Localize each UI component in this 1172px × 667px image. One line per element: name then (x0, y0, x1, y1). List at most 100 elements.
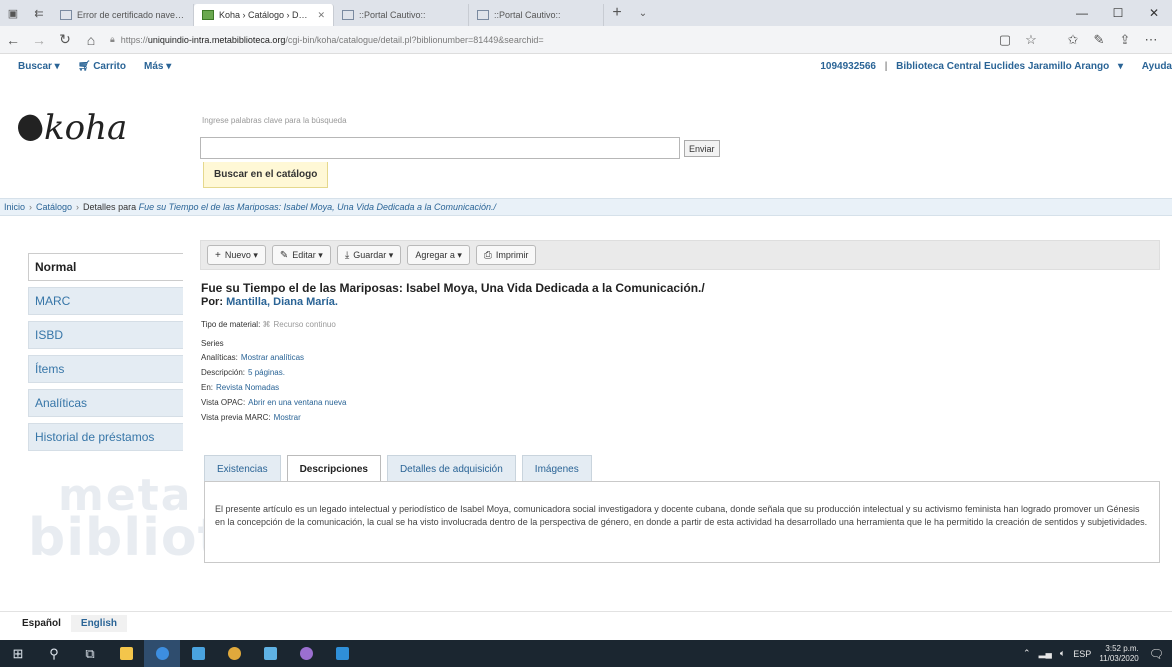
help-link[interactable]: Ayuda (1142, 61, 1172, 72)
search-icon[interactable]: ⚲ (36, 640, 72, 667)
menu-items[interactable]: Ítems (28, 355, 183, 383)
favorite-star-icon[interactable]: ☆ (1018, 29, 1044, 51)
url-path: /cgi-bin/koha/catalogue/detail.pl?biblio… (285, 34, 544, 45)
tab-descriptions[interactable]: Descripciones (286, 455, 381, 482)
clock-date: 11/03/2020 (1099, 653, 1139, 663)
tab-back-icon[interactable]: ⇇ (26, 0, 52, 26)
nav-search-menu[interactable]: Buscar ▾ (18, 61, 60, 72)
store-icon[interactable] (108, 640, 144, 667)
mail-icon[interactable] (180, 640, 216, 667)
windows-start-icon[interactable]: ⊞ (0, 640, 36, 667)
menu-marc[interactable]: MARC (28, 287, 183, 315)
continuing-resource-icon: ⌘ (262, 320, 271, 329)
descriptions-panel: El presente artículo es un legado intele… (204, 481, 1160, 563)
browser-menu-icon[interactable]: ▣ (0, 0, 26, 26)
library-name[interactable]: Biblioteca Central Euclides Jaramillo Ar… (896, 61, 1109, 72)
volume-icon[interactable]: 🔈︎ (1060, 648, 1065, 659)
field-analytics: Analíticas: Mostrar analíticas (201, 353, 304, 362)
chevron-down-icon[interactable]: ⌄ (630, 0, 656, 26)
chrome-icon[interactable] (216, 640, 252, 667)
search-submit-button[interactable]: Enviar (684, 140, 720, 157)
page-icon (342, 10, 354, 20)
field-host-item: En: Revista Nomadas (201, 383, 279, 392)
forward-icon[interactable]: → (26, 27, 52, 53)
nav-cart[interactable]: 🛒︎ Carrito (78, 61, 126, 72)
reading-view-icon[interactable]: ▢ (992, 29, 1018, 51)
app-icon[interactable] (324, 640, 360, 667)
field-label: Series (201, 339, 224, 348)
search-input[interactable] (200, 137, 680, 159)
input-language[interactable]: ESP (1073, 649, 1091, 659)
clock-time: 3:52 p.m. (1105, 643, 1139, 653)
host-item-link[interactable]: Revista Nomadas (216, 383, 279, 392)
favorites-icon[interactable]: ✩ (1060, 29, 1086, 51)
url-field[interactable]: 🔒︎ https://uniquindio-intra.metabibliote… (110, 30, 870, 50)
koha-favicon-icon (202, 10, 214, 20)
record-title: Fue su Tiempo el de las Mariposas: Isabe… (201, 281, 705, 295)
breadcrumb: Inicio › Catálogo › Detalles para Fue su… (0, 198, 1172, 216)
app-icon[interactable] (252, 640, 288, 667)
task-view-icon[interactable]: ⧉ (72, 640, 108, 667)
field-label: Descripción: (201, 368, 246, 377)
browser-tab-strip: ▣ ⇇ Error de certificado navega Koha › C… (0, 0, 1172, 26)
logo-text: koha (44, 108, 128, 148)
menu-normal[interactable]: Normal (28, 253, 183, 281)
download-icon: ⤓ (344, 249, 350, 261)
tab-images[interactable]: Imágenes (521, 455, 592, 482)
lang-english[interactable]: English (70, 615, 128, 632)
library-dropdown-icon[interactable]: ▾ (1118, 61, 1123, 72)
author-link[interactable]: Mantilla, Diana María. (226, 296, 338, 308)
cart-icon: 🛒︎ (77, 60, 91, 72)
user-id[interactable]: 1094932566 (820, 61, 876, 72)
menu-checkout-history[interactable]: Historial de préstamos (28, 423, 183, 451)
minimize-icon[interactable]: — (1064, 0, 1100, 26)
koha-logo[interactable]: koha (13, 108, 128, 148)
nav-more-menu[interactable]: Más ▾ (144, 61, 171, 72)
menu-isbd[interactable]: ISBD (28, 321, 183, 349)
close-window-icon[interactable]: ✕ (1136, 0, 1172, 26)
back-icon[interactable]: ← (0, 27, 26, 53)
app-icon[interactable] (288, 640, 324, 667)
close-tab-icon[interactable]: ✕ (317, 10, 325, 21)
tab-acquisition-details[interactable]: Detalles de adquisición (386, 455, 516, 482)
chevron-up-icon[interactable]: ⌃ (1023, 648, 1031, 659)
lang-spanish[interactable]: Español (22, 615, 71, 632)
record-tabs: Existencias Descripciones Detalles de ad… (204, 455, 598, 482)
new-button[interactable]: + Nuevo ▾ (207, 245, 266, 265)
save-button[interactable]: ⤓ Guardar ▾ (336, 245, 402, 265)
browser-tab-4[interactable]: ::Portal Cautivo:: (469, 4, 604, 26)
lock-icon: 🔒︎ (110, 34, 115, 44)
opac-new-window-link[interactable]: Abrir en una ventana nueva (248, 398, 346, 407)
nav-more-label: Más (144, 60, 164, 72)
edit-button[interactable]: ✎ Editar ▾ (271, 245, 331, 265)
edge-browser-icon[interactable] (144, 640, 180, 667)
browser-tab-3[interactable]: ::Portal Cautivo:: (334, 4, 469, 26)
field-material-type: Tipo de material: ⌘ Recurso continuo (201, 320, 336, 329)
marc-preview-link[interactable]: Mostrar (274, 413, 301, 422)
share-icon[interactable]: ⇪ (1112, 29, 1138, 51)
breadcrumb-home[interactable]: Inicio (4, 202, 25, 212)
notifications-icon[interactable]: 🗨︎ (1149, 647, 1164, 661)
menu-analytics[interactable]: Analíticas (28, 389, 183, 417)
printer-icon: ⎙ (483, 249, 492, 261)
print-button[interactable]: ⎙ Imprimir (475, 245, 537, 265)
field-description: Descripción: 5 páginas. (201, 368, 285, 377)
maximize-icon[interactable]: ☐ (1100, 0, 1136, 26)
network-icon[interactable]: ▂▄ (1039, 648, 1052, 659)
show-analytics-link[interactable]: Mostrar analíticas (241, 353, 304, 362)
add-to-button[interactable]: Agregar a ▾ (407, 245, 470, 265)
pencil-icon: ✎ (279, 249, 289, 261)
refresh-icon[interactable]: ↻ (52, 27, 78, 53)
home-icon[interactable]: ⌂ (78, 27, 104, 53)
more-icon[interactable]: ⋯ (1138, 29, 1164, 51)
new-tab-icon[interactable]: + (604, 0, 630, 26)
catalog-search-tab[interactable]: Buscar en el catálogo (203, 162, 329, 188)
breadcrumb-details-title: Fue su Tiempo el de las Mariposas: Isabe… (138, 202, 497, 212)
url-host: uniquindio-intra.metabiblioteca.org (147, 34, 286, 45)
browser-tab-2[interactable]: Koha › Catálogo › Detall ✕ (194, 4, 334, 26)
clock[interactable]: 3:52 p.m. 11/03/2020 (1099, 644, 1138, 664)
breadcrumb-catalog[interactable]: Catálogo (36, 202, 72, 212)
notes-icon[interactable]: ✎ (1086, 29, 1112, 51)
browser-tab-1[interactable]: Error de certificado navega (52, 4, 194, 26)
tab-holdings[interactable]: Existencias (204, 455, 281, 482)
